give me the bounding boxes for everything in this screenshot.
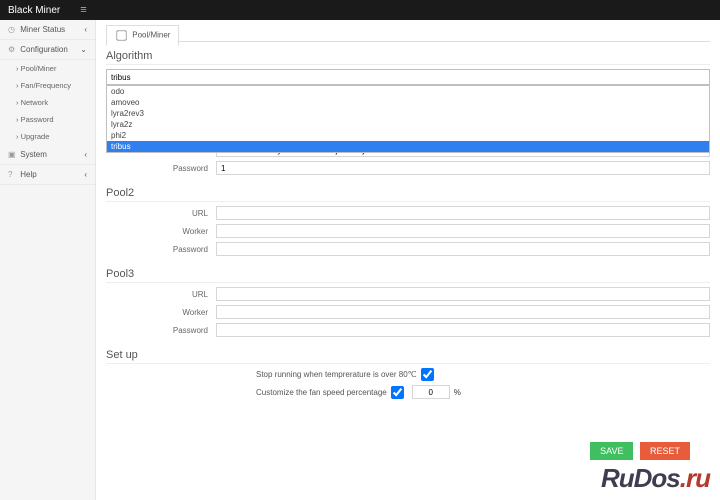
algorithm-option[interactable]: odo (107, 86, 709, 97)
sidebar-sub-network[interactable]: › Network (0, 94, 95, 111)
sidebar-sub-password[interactable]: › Password (0, 111, 95, 128)
tabbar: Pool/Miner (106, 24, 710, 42)
tab-poolminer[interactable]: Pool/Miner (106, 25, 179, 46)
sidebar-sub-upgrade[interactable]: › Upgrade (0, 128, 95, 145)
pool3-url-label: URL (106, 290, 216, 299)
pool1-password-row: Password (106, 161, 710, 175)
pool2-password-input[interactable] (216, 242, 710, 256)
pool3-url-row: URL (106, 287, 710, 301)
tab-checkbox[interactable] (116, 30, 126, 40)
brand-title: Black Miner (8, 5, 60, 16)
algorithm-option-list: odo amoveo lyra2rev3 lyra2z phi2 tribus (106, 85, 710, 153)
algorithm-option[interactable]: lyra2z (107, 119, 709, 130)
pool3-worker-label: Worker (106, 308, 216, 317)
section-algorithm-title: Algorithm (106, 42, 710, 65)
setup-stop-row: Stop running when temprerature is over 8… (106, 368, 710, 381)
setup-stop-label: Stop running when temprerature is over 8… (256, 370, 417, 379)
pool2-worker-row: Worker (106, 224, 710, 238)
gear-icon: ⚙ (8, 45, 18, 54)
sidebar-item-help[interactable]: ? Help ‹ (0, 165, 95, 185)
setup-fan-row: Customize the fan speed percentage % (106, 385, 710, 399)
algorithm-option[interactable]: amoveo (107, 97, 709, 108)
pool3-worker-input[interactable] (216, 305, 710, 319)
section-pool2-title: Pool2 (106, 179, 710, 202)
pool2-worker-input[interactable] (216, 224, 710, 238)
sidebar: ◷ Miner Status ‹ ⚙ Configuration ⌄ › Poo… (0, 20, 96, 500)
system-icon: ▣ (8, 150, 18, 159)
setup-stop-checkbox[interactable] (421, 368, 434, 381)
main-content: Pool/Miner Algorithm odo amoveo lyra2rev… (96, 20, 720, 500)
setup-fan-checkbox[interactable] (391, 386, 404, 399)
watermark-logo: RuDos.ru (601, 463, 710, 494)
topbar: Black Miner ≡ (0, 0, 720, 20)
section-setup-title: Set up (106, 341, 710, 364)
pool2-password-label: Password (106, 245, 216, 254)
algorithm-input[interactable] (106, 69, 710, 85)
section-pool3-title: Pool3 (106, 260, 710, 283)
pool3-password-label: Password (106, 326, 216, 335)
algorithm-dropdown[interactable]: odo amoveo lyra2rev3 lyra2z phi2 tribus (106, 69, 710, 85)
pool2-url-input[interactable] (216, 206, 710, 220)
chevron-left-icon: ‹ (84, 25, 87, 34)
action-buttons: SAVE RESET (590, 442, 690, 460)
pool1-password-input[interactable] (216, 161, 710, 175)
algorithm-option[interactable]: phi2 (107, 130, 709, 141)
sidebar-item-configuration[interactable]: ⚙ Configuration ⌄ (0, 40, 95, 60)
help-icon: ? (8, 170, 18, 179)
pool2-url-row: URL (106, 206, 710, 220)
setup-fan-label: Customize the fan speed percentage (256, 388, 387, 397)
pool1-password-label: Password (106, 164, 216, 173)
sidebar-sub-fanfreq[interactable]: › Fan/Frequency (0, 77, 95, 94)
pool3-password-row: Password (106, 323, 710, 337)
chevron-left-icon: ‹ (84, 150, 87, 159)
pool2-password-row: Password (106, 242, 710, 256)
sidebar-item-miner-status[interactable]: ◷ Miner Status ‹ (0, 20, 95, 40)
pool3-url-input[interactable] (216, 287, 710, 301)
algorithm-option-selected[interactable]: tribus (107, 141, 709, 152)
save-button[interactable]: SAVE (590, 442, 633, 460)
pool3-worker-row: Worker (106, 305, 710, 319)
reset-button[interactable]: RESET (640, 442, 690, 460)
chevron-left-icon: ‹ (84, 170, 87, 179)
pool2-url-label: URL (106, 209, 216, 218)
algorithm-option[interactable]: lyra2rev3 (107, 108, 709, 119)
menu-toggle-icon[interactable]: ≡ (80, 4, 86, 16)
gauge-icon: ◷ (8, 25, 18, 34)
sidebar-sub-poolminer[interactable]: › Pool/Miner (0, 60, 95, 77)
pool3-password-input[interactable] (216, 323, 710, 337)
pool2-worker-label: Worker (106, 227, 216, 236)
setup-fan-value-input[interactable] (412, 385, 450, 399)
chevron-down-icon: ⌄ (80, 45, 87, 54)
pct-label: % (454, 388, 461, 397)
sidebar-item-system[interactable]: ▣ System ‹ (0, 145, 95, 165)
